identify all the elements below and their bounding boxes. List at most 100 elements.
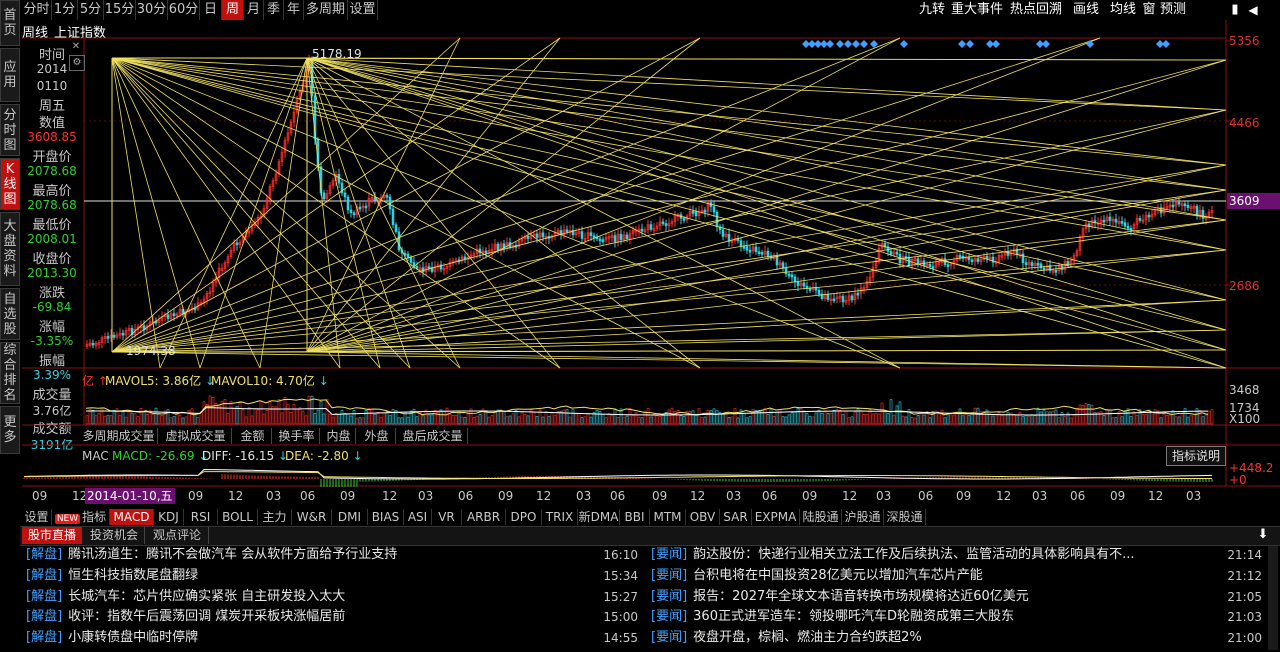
volume-bar — [862, 414, 866, 425]
indicator-tab[interactable]: NEW指标广场 — [52, 509, 110, 542]
news-tab[interactable]: 股市直播 — [22, 527, 82, 544]
indicator-tab[interactable]: VR — [432, 509, 462, 525]
volume-bar — [805, 412, 809, 425]
news-item[interactable]: [解盘] 长城汽车：芯片供应确实紧张 自主研发投入太大 — [26, 586, 601, 607]
candle-body — [625, 234, 629, 239]
volume-bar — [433, 410, 437, 425]
indicator-tab[interactable]: 陆股通 — [800, 509, 842, 525]
candle-body — [106, 336, 110, 339]
indicator-tab[interactable]: BIAS — [368, 509, 404, 525]
event-marker-icon — [1162, 40, 1170, 48]
indicator-tab[interactable]: ARBR — [462, 509, 506, 525]
candle-body — [166, 314, 170, 319]
volume-bar — [1045, 411, 1049, 425]
indicator-help-button[interactable]: 指标说明 — [1166, 446, 1226, 466]
indicator-tab[interactable]: W&R — [292, 509, 332, 525]
volume-bar — [1165, 414, 1169, 425]
volume-tab[interactable]: 外盘 — [358, 428, 396, 444]
indicator-tab[interactable]: TRIX — [542, 509, 578, 525]
volume-bar — [280, 412, 284, 425]
close-icon[interactable]: ✕ — [69, 41, 83, 53]
candle-body — [895, 251, 899, 255]
candle-body — [364, 205, 368, 209]
volume-bar — [865, 414, 869, 425]
indicator-tab[interactable]: 设置 — [22, 509, 52, 525]
candle-body — [1186, 204, 1190, 209]
volume-bar — [1198, 410, 1202, 425]
news-tab[interactable]: 投资机会 — [84, 527, 145, 544]
indicator-tab[interactable]: 深股通 — [884, 509, 926, 525]
volume-bar — [535, 416, 539, 425]
indicator-tab[interactable]: 新DMA — [578, 509, 620, 525]
indicator-tab[interactable]: DPO — [506, 509, 542, 525]
event-marker-icon — [860, 40, 868, 48]
volume-bar — [1201, 416, 1205, 425]
indicator-tab-label: MACD — [113, 510, 150, 524]
news-scrollbar[interactable] — [1268, 546, 1278, 650]
indicator-tab[interactable]: RSI — [184, 509, 218, 525]
news-item[interactable]: [要闻] 夜盘开盘，棕榈、燃油主力合约跌超2% — [651, 627, 1221, 648]
news-tag: [解盘] — [26, 547, 63, 562]
settings-gear-icon[interactable]: ⚙ — [69, 55, 85, 71]
candle-body — [397, 231, 401, 251]
indicator-tab[interactable]: OBV — [686, 509, 720, 525]
volume-bar — [523, 414, 527, 425]
date-tick-label: 09 — [188, 489, 204, 503]
volume-bar — [754, 409, 758, 425]
gann-line — [111, 57, 561, 369]
volume-bar — [445, 407, 449, 425]
gann-line — [111, 57, 261, 369]
candle-body — [415, 265, 419, 269]
indicator-tab[interactable]: BBI — [620, 509, 650, 525]
volume-tab[interactable]: 多周期成交量 — [80, 428, 158, 444]
volume-bar — [1159, 417, 1163, 425]
volume-bar — [622, 416, 626, 425]
news-item[interactable]: [要闻] 台积电将在中国投资28亿美元以增加汽车芯片产能 — [651, 565, 1221, 586]
indicator-tab[interactable]: SAR — [720, 509, 752, 525]
volume-tab[interactable]: 虚拟成交量 — [160, 428, 232, 444]
volume-tab[interactable]: 盘后成交量 — [398, 428, 468, 444]
event-marker-icon — [836, 40, 844, 48]
volume-tab[interactable]: 内盘 — [322, 428, 356, 444]
volume-bar — [505, 416, 509, 425]
indicator-tab[interactable]: BOLL — [218, 509, 258, 525]
news-item[interactable]: [要闻] 360正式进军造车：领投哪吒汽车D轮融资成第三大股东 — [651, 606, 1221, 627]
news-item[interactable]: [解盘] 小康转债盘中临时停牌 — [26, 627, 601, 648]
indicator-tab[interactable]: DMI — [332, 509, 368, 525]
date-tick-label: 09 — [340, 489, 356, 503]
volume-tab[interactable]: 金额 — [234, 428, 272, 444]
news-item[interactable]: [要闻] 韵达股份：快递行业相关立法工作及后续执法、监管活动的具体影响具有不... — [651, 544, 1221, 565]
candle-body — [826, 294, 830, 300]
volume-bar — [283, 397, 287, 425]
news-item[interactable]: [要闻] 报告：2027年全球文本语音转换市场规模将达近60亿美元 — [651, 586, 1221, 607]
indicator-tab[interactable]: MTM — [650, 509, 686, 525]
volume-bar — [763, 408, 767, 425]
indicator-tab[interactable]: 沪股通 — [842, 509, 884, 525]
download-icon[interactable]: ⬇ — [1254, 527, 1272, 543]
gann-line — [306, 57, 1227, 166]
volume-tab[interactable]: 换手率 — [274, 428, 320, 444]
news-item[interactable]: [解盘] 腾讯汤道生：腾讯不会做汽车 会从软件方面给予行业支持 — [26, 544, 601, 565]
volume-bar — [250, 415, 254, 425]
indicator-tab[interactable]: ASI — [404, 509, 432, 525]
volume-bar — [124, 416, 128, 425]
indicator-tab[interactable]: 主力 — [258, 509, 292, 525]
volume-bar — [211, 397, 215, 425]
news-item[interactable]: [解盘] 收评：指数午后震荡回调 煤炭开采板块涨幅居前 — [26, 606, 601, 627]
news-time: 14:55 — [603, 631, 638, 646]
indicator-tab[interactable]: KDJ — [154, 509, 184, 525]
volume-bar — [1135, 415, 1139, 425]
candle-body — [664, 223, 668, 226]
volume-bar — [262, 413, 266, 425]
volume-bar — [346, 413, 350, 425]
volume-bar — [94, 415, 98, 425]
indicator-tab[interactable]: MACD — [110, 509, 154, 525]
indicator-tab-label: EXPMA — [754, 510, 797, 524]
indicator-tab[interactable]: EXPMA — [752, 509, 800, 525]
event-marker-icon — [852, 40, 860, 48]
volume-bar — [463, 416, 467, 425]
news-item[interactable]: [解盘] 恒生科技指数尾盘翻绿 — [26, 565, 601, 586]
volume-bar — [451, 415, 455, 425]
news-title: 台积电将在中国投资28亿美元以增加汽车芯片产能 — [693, 567, 983, 583]
news-tab[interactable]: 观点评论 — [146, 527, 209, 544]
